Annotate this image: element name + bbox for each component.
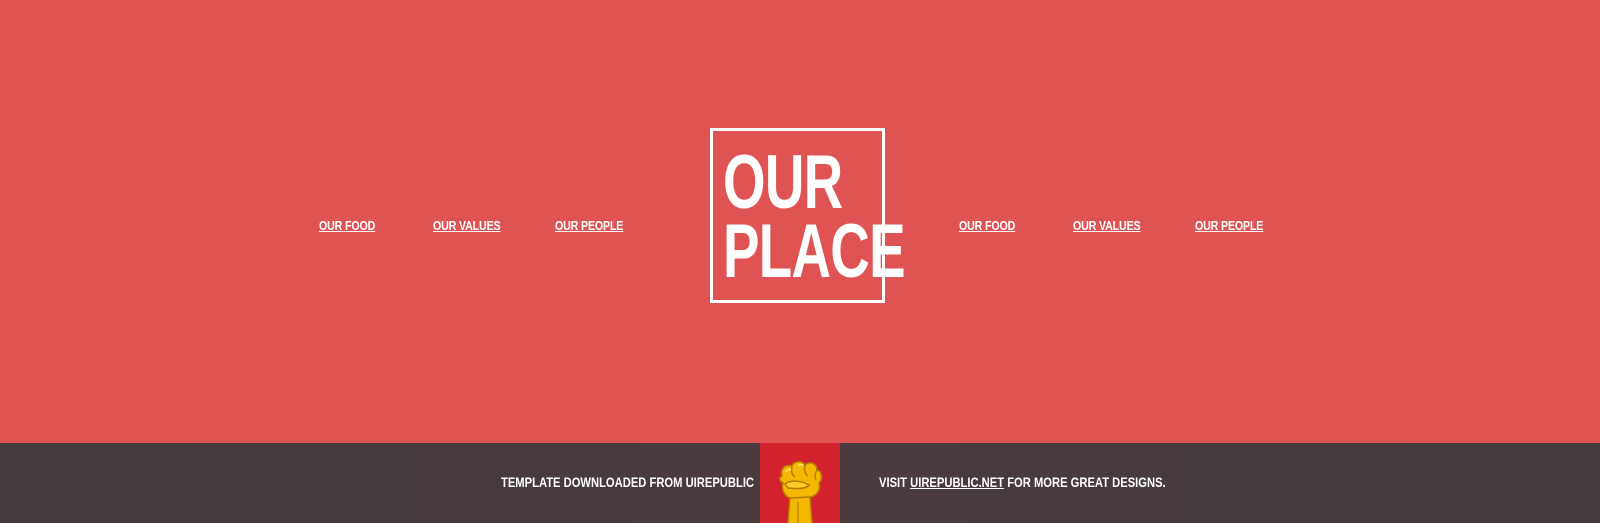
nav-right-our-values[interactable]: OUR VALUES	[1073, 218, 1141, 233]
raised-fist-icon	[779, 460, 823, 523]
nav-right-our-food[interactable]: OUR FOOD	[959, 218, 1015, 233]
nav-left-our-people[interactable]: OUR PEOPLE	[555, 218, 623, 233]
uirepublic-badge[interactable]	[760, 443, 840, 523]
footer-credit-text: TEMPLATE DOWNLOADED FROM UIREPUBLIC	[501, 474, 755, 490]
footer-bar: TEMPLATE DOWNLOADED FROM UIREPUBLIC VISI…	[0, 443, 1600, 523]
uirepublic-link[interactable]: UIREPUBLIC.NET	[910, 474, 1004, 490]
footer-visit-suffix: FOR MORE GREAT DESIGNS.	[1004, 474, 1166, 490]
page: OUR FOOD OUR VALUES OUR PEOPLE OUR PLACE…	[0, 0, 1600, 523]
footer-visit-prefix: VISIT	[879, 474, 911, 490]
nav-left-our-food[interactable]: OUR FOOD	[319, 218, 375, 233]
hero-section: OUR FOOD OUR VALUES OUR PEOPLE OUR PLACE…	[0, 0, 1600, 443]
nav-right-our-people[interactable]: OUR PEOPLE	[1195, 218, 1263, 233]
logo-line-2: PLACE	[723, 209, 906, 294]
nav-left-our-values[interactable]: OUR VALUES	[433, 218, 501, 233]
footer-visit-text: VISIT UIREPUBLIC.NET FOR MORE GREAT DESI…	[879, 474, 1166, 490]
logo[interactable]: OUR PLACE	[710, 128, 906, 303]
